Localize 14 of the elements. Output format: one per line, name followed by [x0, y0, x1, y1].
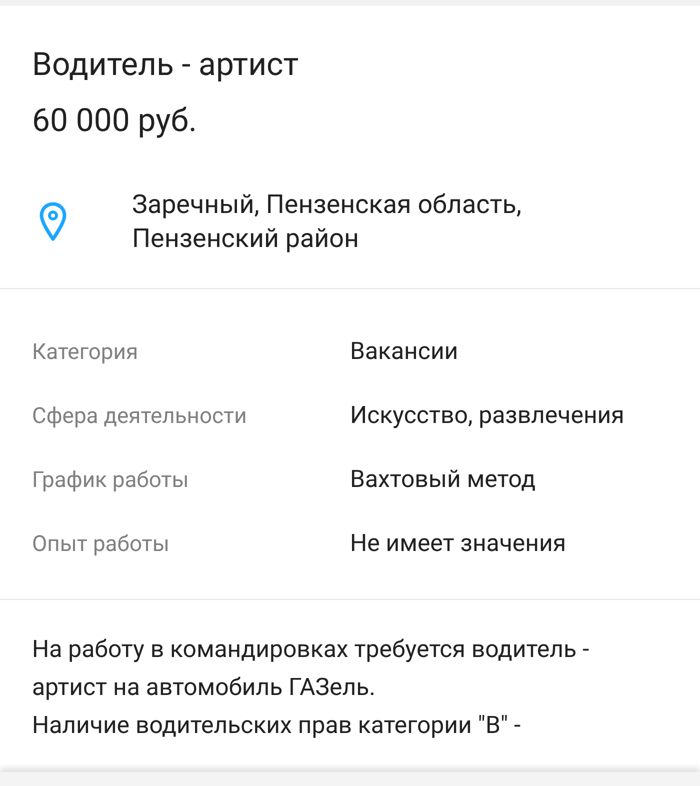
description-text: Наличие водительских прав категории "B" - [32, 710, 522, 741]
detail-label: График работы [32, 467, 190, 495]
detail-label: Опыт работы [32, 531, 170, 559]
detail-value: Не имеет значения [350, 528, 566, 559]
detail-value: Вахтовый метод [350, 464, 536, 495]
location-address: Заречный, Пензенская область, Пензенский район [132, 189, 522, 256]
job-title: Водитель - артист [32, 44, 300, 84]
location-pin-icon [38, 201, 68, 243]
detail-value: Искусство, развлечения [350, 400, 624, 431]
detail-label: Категория [32, 339, 140, 367]
detail-value: Вакансии [350, 336, 458, 367]
description-text: На работу в командировках требуется водитель - артист на автомобиль ГАЗель. [32, 634, 590, 703]
detail-label: Сфера деятельности [32, 403, 248, 431]
salary: 60 000 руб. [32, 100, 198, 140]
